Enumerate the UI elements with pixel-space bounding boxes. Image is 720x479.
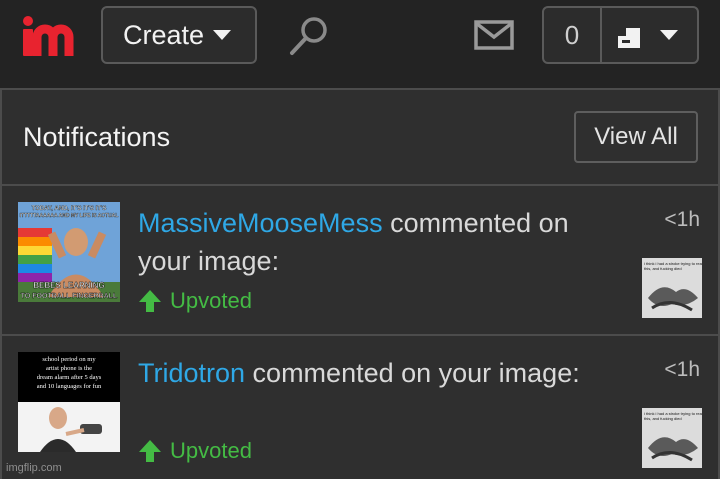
arrow-up-icon [139,290,161,312]
username-link[interactable]: MassiveMooseMess [138,208,383,238]
meme-thumbnail[interactable]: TODAY, AND, IT'S IT'S IT'S ITTTTTAAAAAA … [18,202,120,302]
user-menu-button[interactable] [602,8,697,62]
imgflip-logo[interactable]: im [22,14,80,58]
notification-text: Tridotron commented on your image: [138,354,608,392]
user-icon [618,28,640,48]
timestamp: <1h [664,358,700,381]
notification-item[interactable]: school period on my artist phone is the … [2,336,718,479]
vote-label: Upvoted [170,288,252,313]
user-menu-group: 0 [542,6,699,64]
notification-action: commented on your image: [245,358,580,388]
svg-text:this, and fucking died: this, and fucking died [644,266,682,271]
image-thumbnail[interactable]: i think i had a stroke trying to read th… [642,258,702,318]
notifications-panel: Notifications View All TODAY, AND, IT'S … [0,88,720,479]
svg-text:dream alarm after 5 days: dream alarm after 5 days [37,374,102,381]
svg-text:BEBES LEARNING: BEBES LEARNING [33,281,105,290]
create-label: Create [123,19,205,50]
svg-text:this, and fucking died: this, and fucking died [644,416,682,421]
svg-text:TODAY, AND, IT'S IT'S IT'S: TODAY, AND, IT'S IT'S IT'S [32,206,107,212]
panel-title: Notifications [23,121,171,152]
svg-text:TO FOOTBALL FINGERBALL: TO FOOTBALL FINGERBALL [21,293,118,300]
chevron-down-icon [660,30,678,40]
svg-text:ITTTTTAAAAAA AND MY LIFE IS AC: ITTTTTAAAAAA AND MY LIFE IS ACTUAL [20,213,119,219]
username-link[interactable]: Tridotron [138,358,245,388]
image-thumbnail[interactable]: i think i had a stroke trying to read th… [642,408,702,468]
top-bar: im Create 0 [0,0,720,88]
svg-text:and 10 languages for fun: and 10 languages for fun [37,383,102,390]
search-icon[interactable] [288,13,332,57]
create-button[interactable]: Create [101,6,257,64]
vote-status: Upvoted [138,288,252,314]
timestamp: <1h [664,208,700,231]
arrow-up-icon [139,440,161,462]
notification-text: MassiveMooseMess commented on your image… [138,204,608,280]
vote-label: Upvoted [170,438,252,463]
meme-thumbnail[interactable]: school period on my artist phone is the … [18,352,120,452]
mail-icon[interactable] [474,20,514,50]
chevron-down-icon [213,30,232,40]
svg-text:school period on my: school period on my [42,356,96,363]
svg-text:artist phone is the: artist phone is the [46,365,92,372]
watermark: imgflip.com [6,462,62,474]
notification-item[interactable]: TODAY, AND, IT'S IT'S IT'S ITTTTTAAAAAA … [2,186,718,336]
panel-header: Notifications View All [2,90,718,186]
vote-status: Upvoted [138,438,252,464]
view-all-button[interactable]: View All [574,111,698,163]
notification-count[interactable]: 0 [544,8,602,62]
